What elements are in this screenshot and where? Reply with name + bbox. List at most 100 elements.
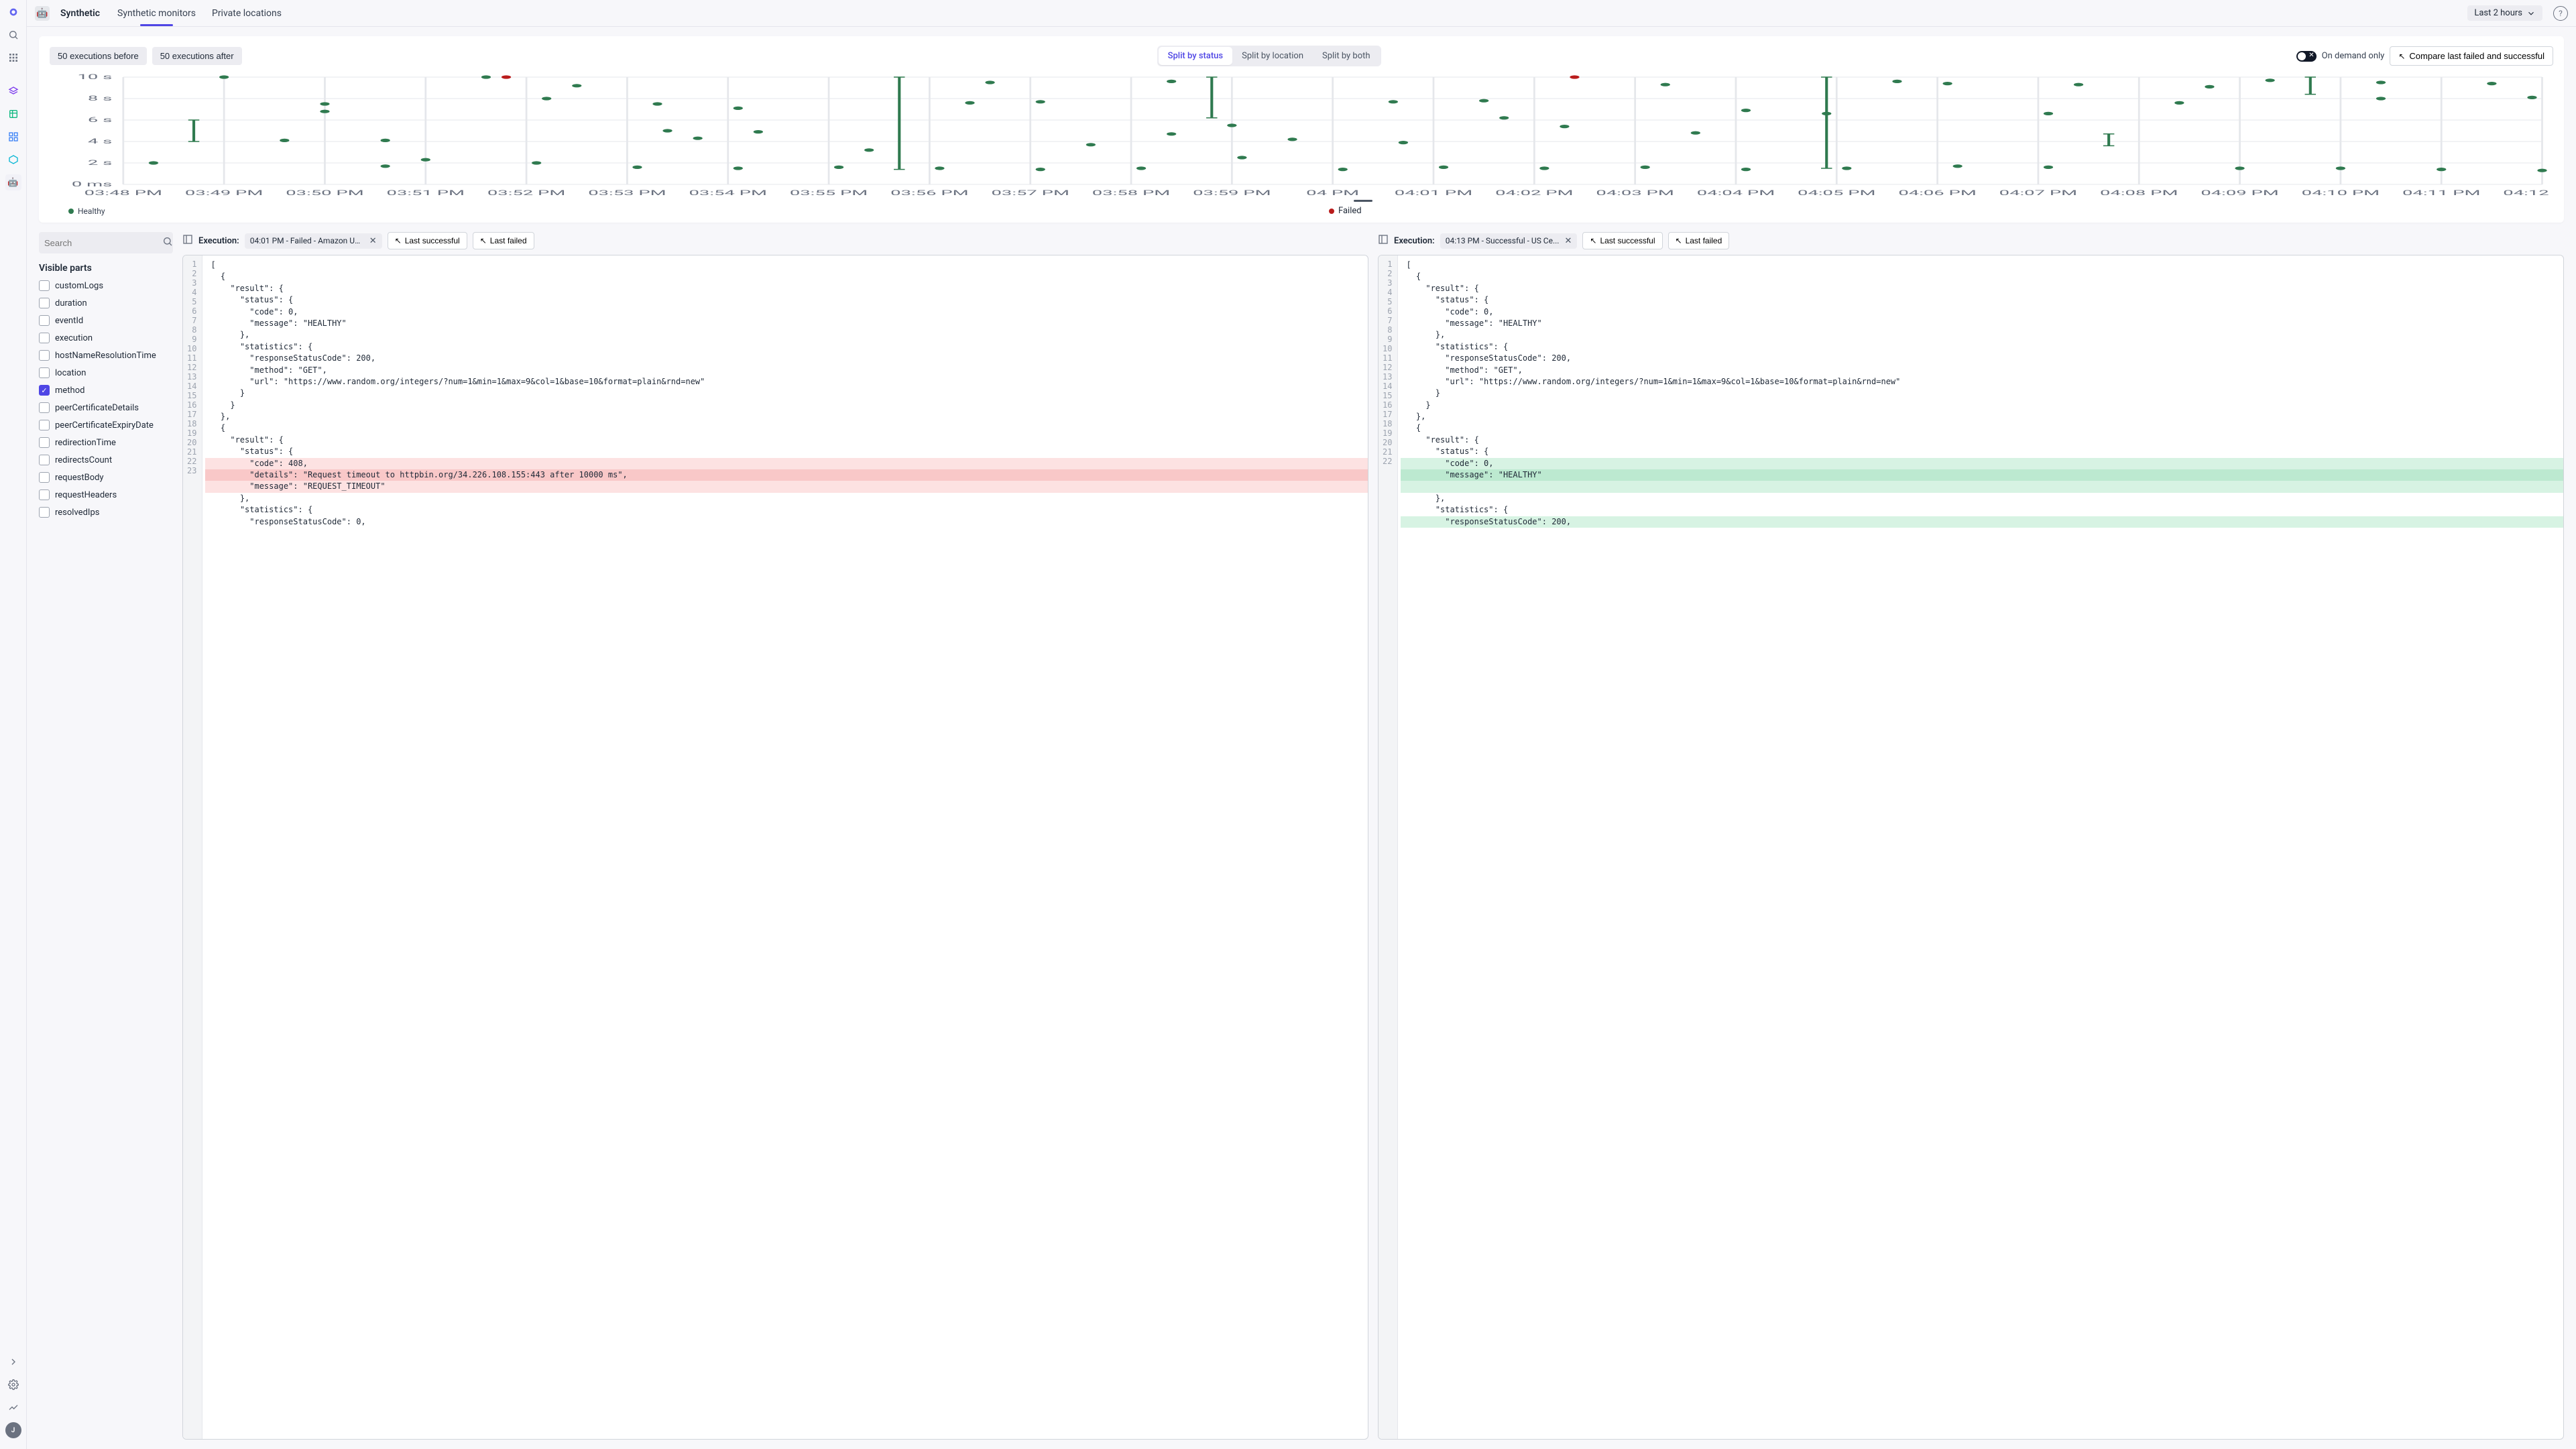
stack-icon[interactable] [5,83,21,99]
tab-private-locations[interactable]: Private locations [211,8,283,19]
checkbox-label: method [55,386,84,396]
svg-text:03:58 PM: 03:58 PM [1092,189,1170,197]
svg-text:03:52 PM: 03:52 PM [487,189,565,197]
checkbox-icon [39,350,50,361]
checkbox-peerCertificateDetails[interactable]: peerCertificateDetails [39,402,173,413]
last-failed-button[interactable]: ↖Last failed [473,232,534,249]
execution-chip-right: 04:13 PM - Successful - US Ce... ✕ [1440,233,1578,249]
checkbox-icon [39,437,50,448]
svg-text:03:54 PM: 03:54 PM [689,189,767,197]
last-successful-button[interactable]: ↖Last successful [388,232,467,249]
svg-text:04:04 PM: 04:04 PM [1697,189,1775,197]
checkbox-method[interactable]: method [39,385,173,396]
checkbox-requestHeaders[interactable]: requestHeaders [39,489,173,500]
checkbox-icon [39,472,50,483]
checkbox-execution[interactable]: execution [39,333,173,343]
time-marker [1354,200,1372,202]
svg-text:03:56 PM: 03:56 PM [890,189,968,197]
split-option[interactable]: Split by location [1232,47,1313,65]
cursor-icon: ↖ [1676,236,1682,245]
layout-icon[interactable] [1378,234,1389,247]
checkbox-icon [39,385,50,396]
last-failed-button[interactable]: ↖Last failed [1668,232,1730,249]
execution-chip-left: 04:01 PM - Failed - Amazon US... ✕ [245,233,382,249]
split-option[interactable]: Split by both [1313,47,1380,65]
tab-synthetic-monitors[interactable]: Synthetic monitors [116,8,197,19]
svg-text:8 s: 8 s [88,95,112,103]
cube-icon[interactable] [5,152,21,168]
search-icon[interactable] [5,27,21,43]
checkbox-icon [39,455,50,465]
checkbox-peerCertificateExpiryDate[interactable]: peerCertificateExpiryDate [39,420,173,430]
checkbox-icon [39,402,50,413]
logo-icon[interactable] [5,4,21,20]
chart-legend: Healthy Failed [50,200,2553,216]
executions-after-button[interactable]: 50 executions after [152,47,242,65]
cursor-icon: ↖ [1590,236,1596,245]
on-demand-toggle[interactable]: ✕ [2296,51,2317,62]
close-icon[interactable]: ✕ [369,236,377,246]
right-pane: Execution: 04:13 PM - Successful - US Ce… [1378,232,2564,1440]
gear-icon[interactable] [5,1377,21,1393]
checkbox-customLogs[interactable]: customLogs [39,280,173,291]
execution-label: Execution: [198,236,239,246]
checkbox-redirectsCount[interactable]: redirectsCount [39,455,173,465]
svg-text:03:48 PM: 03:48 PM [84,189,162,197]
apps-icon[interactable] [5,50,21,66]
checkbox-label: peerCertificateExpiryDate [55,420,154,430]
svg-text:04:10 PM: 04:10 PM [2302,189,2380,197]
svg-text:03:49 PM: 03:49 PM [185,189,263,197]
search-icon [162,236,173,249]
robot-nav-icon[interactable]: 🤖 [5,174,21,190]
search-input-wrapper [39,232,173,253]
checkbox-label: duration [55,298,87,308]
left-pane: Execution: 04:01 PM - Failed - Amazon US… [182,232,1368,1440]
svg-text:04:03 PM: 04:03 PM [1596,189,1674,197]
time-range-selector[interactable]: Last 2 hours [2467,5,2542,21]
expand-icon[interactable] [5,1354,21,1370]
checkbox-location[interactable]: location [39,367,173,378]
checkbox-label: redirectionTime [55,438,116,448]
help-icon[interactable]: ? [2553,6,2568,21]
checkbox-resolvedIps[interactable]: resolvedIps [39,507,173,518]
search-input[interactable] [44,238,162,248]
checkbox-icon [39,367,50,378]
dashboard-icon[interactable] [5,129,21,145]
svg-text:04:06 PM: 04:06 PM [1898,189,1976,197]
avatar[interactable]: J [5,1422,21,1438]
spreadsheet-icon[interactable] [5,106,21,122]
compare-button[interactable]: ↖ Compare last failed and successful [2390,46,2553,66]
page-title: Synthetic [60,8,100,19]
checkbox-icon [39,420,50,430]
checkbox-redirectionTime[interactable]: redirectionTime [39,437,173,448]
chevron-down-icon [2526,9,2536,18]
chart-icon[interactable] [5,1399,21,1415]
split-option[interactable]: Split by status [1159,47,1232,65]
topbar: 🤖 Synthetic Synthetic monitors Private lo… [27,0,2576,27]
checkbox-icon [39,333,50,343]
checkbox-label: requestHeaders [55,490,117,500]
checkbox-hostNameResolutionTime[interactable]: hostNameResolutionTime [39,350,173,361]
executions-chart[interactable]: 0 ms2 s4 s6 s8 s10 s03:48 PM03:49 PM03:5… [50,73,2553,200]
svg-text:4 s: 4 s [88,137,112,146]
close-icon[interactable]: ✕ [1564,236,1572,246]
checkbox-requestBody[interactable]: requestBody [39,472,173,483]
last-successful-button[interactable]: ↖Last successful [1582,232,1662,249]
cursor-icon: ↖ [2398,52,2405,61]
robot-icon: 🤖 [35,6,50,21]
svg-text:03:55 PM: 03:55 PM [790,189,868,197]
svg-text:03:53 PM: 03:53 PM [588,189,666,197]
svg-text:03:59 PM: 03:59 PM [1193,189,1271,197]
checkbox-label: peerCertificateDetails [55,403,139,413]
visible-parts-title: Visible parts [39,263,173,274]
checkbox-icon [39,280,50,291]
checkbox-eventId[interactable]: eventId [39,315,173,326]
svg-text:04:05 PM: 04:05 PM [1798,189,1875,197]
split-segmented-control: Split by statusSplit by locationSplit by… [1157,46,1381,66]
svg-text:04:11 PM: 04:11 PM [2402,189,2480,197]
executions-before-button[interactable]: 50 executions before [50,47,147,65]
layout-icon[interactable] [182,234,193,247]
code-right: 12345678910111213141516171819202122 [ { … [1378,255,2564,1440]
checkbox-duration[interactable]: duration [39,298,173,308]
checkbox-label: requestBody [55,473,104,483]
